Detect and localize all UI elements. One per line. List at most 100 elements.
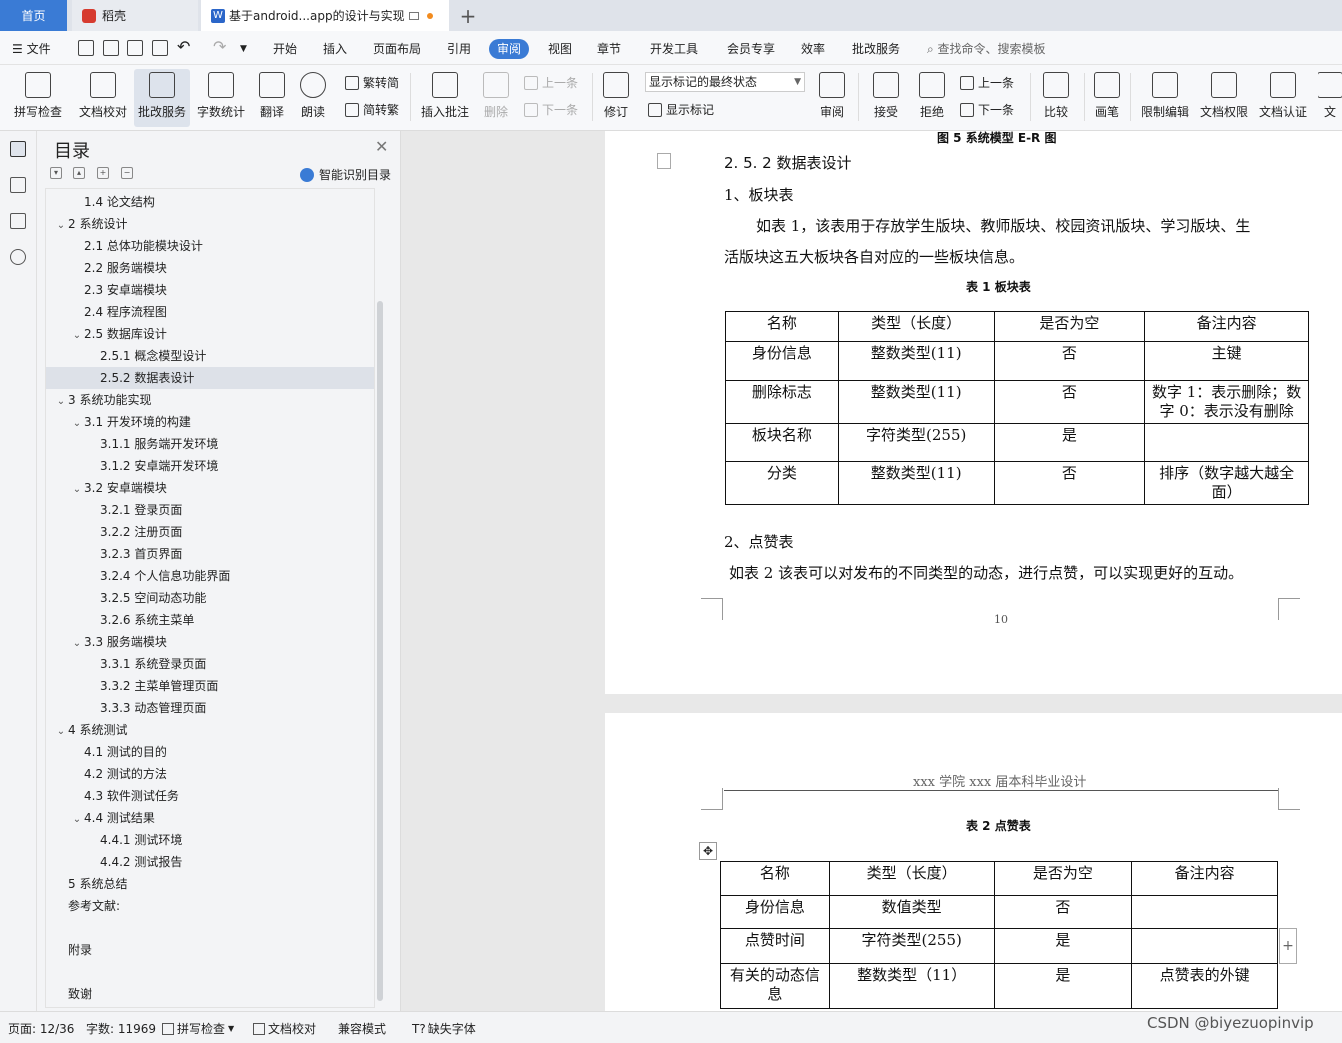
compare-button[interactable]: 比较 [1037, 69, 1075, 127]
toc-item[interactable]: 4.4.1 测试环境 [46, 829, 374, 851]
toc-item[interactable] [46, 917, 374, 939]
table-cell[interactable]: 主键 [1144, 341, 1309, 381]
table-header-cell[interactable]: 名称 [725, 311, 839, 342]
restrict-edit-button[interactable]: 限制编辑 [1138, 69, 1192, 127]
toc-item[interactable]: 附录 [46, 939, 374, 961]
chevron-down-icon[interactable]: ⌄ [54, 391, 68, 413]
toc-item[interactable]: ⌄ 4 系统测试 [46, 719, 374, 741]
redo-icon[interactable]: ↷ [213, 37, 226, 57]
toc-item[interactable]: 3.1.2 安卓端开发环境 [46, 455, 374, 477]
toc-item[interactable]: 4.4.2 测试报告 [46, 851, 374, 873]
word-count-button[interactable]: 字数统计 [194, 69, 248, 127]
word-count-indicator[interactable]: 字数: 11969 [86, 1020, 156, 1037]
prev-comment-button[interactable]: 上一条 [524, 74, 578, 91]
toc-item[interactable]: ⌄ 3 系统功能实现 [46, 389, 374, 413]
table-cell[interactable]: 字符类型(255) [837, 423, 995, 462]
reject-button[interactable]: 拒绝 [913, 69, 951, 127]
toc-item[interactable]: 3.2.2 注册页面 [46, 521, 374, 543]
chevron-down-icon[interactable]: ⌄ [70, 413, 84, 435]
close-icon[interactable]: ✕ [375, 137, 388, 156]
menu-efficiency[interactable]: 效率 [801, 39, 825, 59]
doc-auth-button[interactable]: 文档认证 [1256, 69, 1310, 127]
chapter-nav-icon[interactable] [10, 177, 26, 193]
toc-scrollbar[interactable] [377, 301, 383, 1001]
table-cell[interactable]: 否 [993, 895, 1133, 929]
table-cell[interactable]: 有关的动态信息 [720, 963, 830, 1009]
search-icon[interactable] [10, 249, 26, 265]
menu-review[interactable]: 审阅 [489, 39, 530, 59]
table-cell[interactable]: 是 [993, 963, 1133, 1009]
menu-reference[interactable]: 引用 [447, 39, 471, 59]
table-move-handle[interactable]: ✥ [699, 842, 717, 860]
toc-item[interactable]: ⌄ 3.3 服务端模块 [46, 631, 374, 653]
doc-rights-button[interactable]: 文档权限 [1197, 69, 1251, 127]
collapse-all-icon[interactable]: ▾ [50, 167, 62, 179]
markup-status-select[interactable]: 显示标记的最终状态 ▼ [645, 72, 805, 92]
table-cell[interactable]: 整数类型(11) [837, 341, 995, 381]
spell-check-toggle[interactable]: 拼写检查 ▼ [162, 1020, 234, 1037]
export-icon[interactable] [103, 40, 119, 56]
chevron-down-icon[interactable]: ▼ [240, 39, 247, 59]
tab-document[interactable]: W 基于android...app的设计与实现 [201, 0, 449, 31]
pen-button[interactable]: 画笔 [1092, 69, 1122, 127]
toc-panel-icon[interactable] [10, 141, 26, 157]
prev-change-button[interactable]: 上一条 [960, 74, 1014, 91]
delete-comment-button[interactable]: 删除 [478, 69, 514, 127]
menu-chapter[interactable]: 章节 [597, 39, 621, 59]
toc-item[interactable]: 3.2.6 系统主菜单 [46, 609, 374, 631]
print-preview-icon[interactable] [152, 40, 168, 56]
toc-item[interactable]: ⌄ 4.4 测试结果 [46, 807, 374, 831]
track-changes-button[interactable]: 修订 [598, 69, 634, 127]
chevron-down-icon[interactable]: ⌄ [70, 809, 84, 831]
chevron-down-icon[interactable]: ⌄ [70, 325, 84, 347]
table-header-cell[interactable]: 备注内容 [1131, 861, 1278, 896]
toc-item[interactable]: 3.1.1 服务端开发环境 [46, 433, 374, 455]
toc-item[interactable]: 4.2 测试的方法 [46, 763, 374, 785]
save-icon[interactable] [78, 40, 94, 56]
table-cell[interactable] [1131, 928, 1278, 964]
menu-dev-tools[interactable]: 开发工具 [650, 39, 698, 59]
translate-button[interactable]: 翻译 [254, 69, 290, 127]
table-cell[interactable]: 否 [993, 341, 1146, 381]
table-header-cell[interactable]: 名称 [720, 861, 830, 896]
menu-view[interactable]: 视图 [548, 39, 572, 59]
menu-start[interactable]: 开始 [273, 39, 297, 59]
toc-item[interactable]: 3.3.3 动态管理页面 [46, 697, 374, 719]
paragraph-options-icon[interactable] [657, 153, 671, 169]
toc-item[interactable]: ⌄ 2.5 数据库设计 [46, 323, 374, 347]
table-cell[interactable] [1144, 423, 1309, 462]
tab-daoke[interactable]: 稻壳 [72, 0, 198, 31]
table-header-cell[interactable]: 类型（长度） [828, 861, 995, 896]
table-cell[interactable]: 整数类型(11) [837, 461, 995, 505]
next-change-button[interactable]: 下一条 [960, 101, 1014, 118]
toc-item[interactable]: 2.2 服务端模块 [46, 257, 374, 279]
insert-comment-button[interactable]: 插入批注 [418, 69, 472, 127]
toc-item[interactable]: 3.2.1 登录页面 [46, 499, 374, 521]
remove-heading-icon[interactable]: − [121, 167, 133, 179]
doc-more-button[interactable]: 文 [1318, 69, 1342, 127]
table-cell[interactable]: 字符类型(255) [828, 928, 995, 964]
correction-service-button[interactable]: 批改服务 [134, 69, 190, 127]
toc-item[interactable]: 2.3 安卓端模块 [46, 279, 374, 301]
doc-proof-toggle[interactable]: 文档校对 [253, 1020, 316, 1037]
chevron-down-icon[interactable]: ⌄ [54, 215, 68, 237]
toc-item[interactable]: 2.1 总体功能模块设计 [46, 235, 374, 257]
menu-correction[interactable]: 批改服务 [852, 39, 900, 59]
toc-item[interactable]: 5 系统总结 [46, 873, 374, 895]
read-aloud-button[interactable]: 朗读 [298, 69, 328, 127]
toc-item[interactable]: 3.2.3 首页界面 [46, 543, 374, 565]
trad-to-simp-button[interactable]: 繁转简 [345, 74, 399, 91]
simp-to-trad-button[interactable]: 简转繁 [345, 101, 399, 118]
toc-item[interactable]: 2.5.1 概念模型设计 [46, 345, 374, 367]
table-header-cell[interactable]: 类型（长度） [837, 311, 995, 342]
command-search[interactable]: ⌕ 查找命令、搜索模板 [927, 39, 1046, 59]
show-marks-button[interactable]: 显示标记 [648, 101, 714, 118]
doc-proof-button[interactable]: 文档校对 [76, 69, 130, 127]
review-pane-button[interactable]: 审阅 [814, 69, 850, 127]
table-cell[interactable]: 点赞表的外键 [1131, 963, 1278, 1009]
table-header-cell[interactable]: 是否为空 [993, 311, 1146, 342]
add-column-button[interactable]: + [1279, 928, 1297, 964]
table-cell[interactable]: 否 [993, 380, 1146, 424]
file-menu[interactable]: ☰ 文件 [12, 39, 51, 59]
table-cell[interactable]: 删除标志 [725, 380, 839, 424]
